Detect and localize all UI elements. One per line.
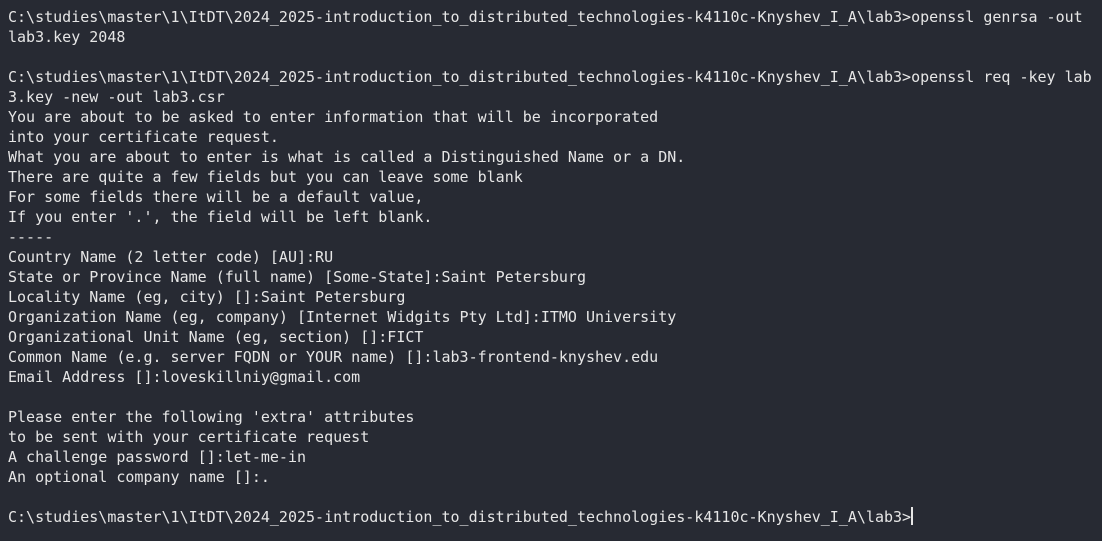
output-line: Email Address []:loveskillniy@gmail.com	[8, 368, 361, 386]
output-line: You are about to be asked to enter infor…	[8, 108, 659, 126]
output-line: C:\studies\master\1\ItDT\2024_2025-intro…	[8, 68, 1092, 86]
output-line: to be sent with your certificate request	[8, 428, 370, 446]
output-line: Common Name (e.g. server FQDN or YOUR na…	[8, 348, 659, 366]
output-line: into your certificate request.	[8, 128, 279, 146]
output-line: Organization Name (eg, company) [Interne…	[8, 308, 677, 326]
prompt-text: C:\studies\master\1\ItDT\2024_2025-intro…	[8, 508, 912, 526]
terminal-window[interactable]: C:\studies\master\1\ItDT\2024_2025-intro…	[0, 0, 1102, 541]
output-line: C:\studies\master\1\ItDT\2024_2025-intro…	[8, 8, 1083, 26]
output-line: Organizational Unit Name (eg, section) […	[8, 328, 424, 346]
output-line: Country Name (2 letter code) [AU]:RU	[8, 248, 334, 266]
text-cursor	[911, 507, 914, 525]
output-line: For some fields there will be a default …	[8, 188, 424, 206]
output-line: An optional company name []:.	[8, 468, 270, 486]
output-line: Locality Name (eg, city) []:Saint Peters…	[8, 288, 406, 306]
output-line: 3.key -new -out lab3.csr	[8, 88, 225, 106]
output-line: lab3.key 2048	[8, 28, 126, 46]
prompt-line[interactable]: C:\studies\master\1\ItDT\2024_2025-intro…	[8, 507, 1102, 527]
output-line: State or Province Name (full name) [Some…	[8, 268, 586, 286]
output-line: What you are about to enter is what is c…	[8, 148, 686, 166]
output-line: -----	[8, 228, 54, 246]
output-line: There are quite a few fields but you can…	[8, 168, 523, 186]
output-line: If you enter '.', the field will be left…	[8, 208, 433, 226]
output-line: Please enter the following 'extra' attri…	[8, 408, 415, 426]
output-line: A challenge password []:let-me-in	[8, 448, 307, 466]
terminal-output: C:\studies\master\1\ItDT\2024_2025-intro…	[8, 7, 1102, 507]
